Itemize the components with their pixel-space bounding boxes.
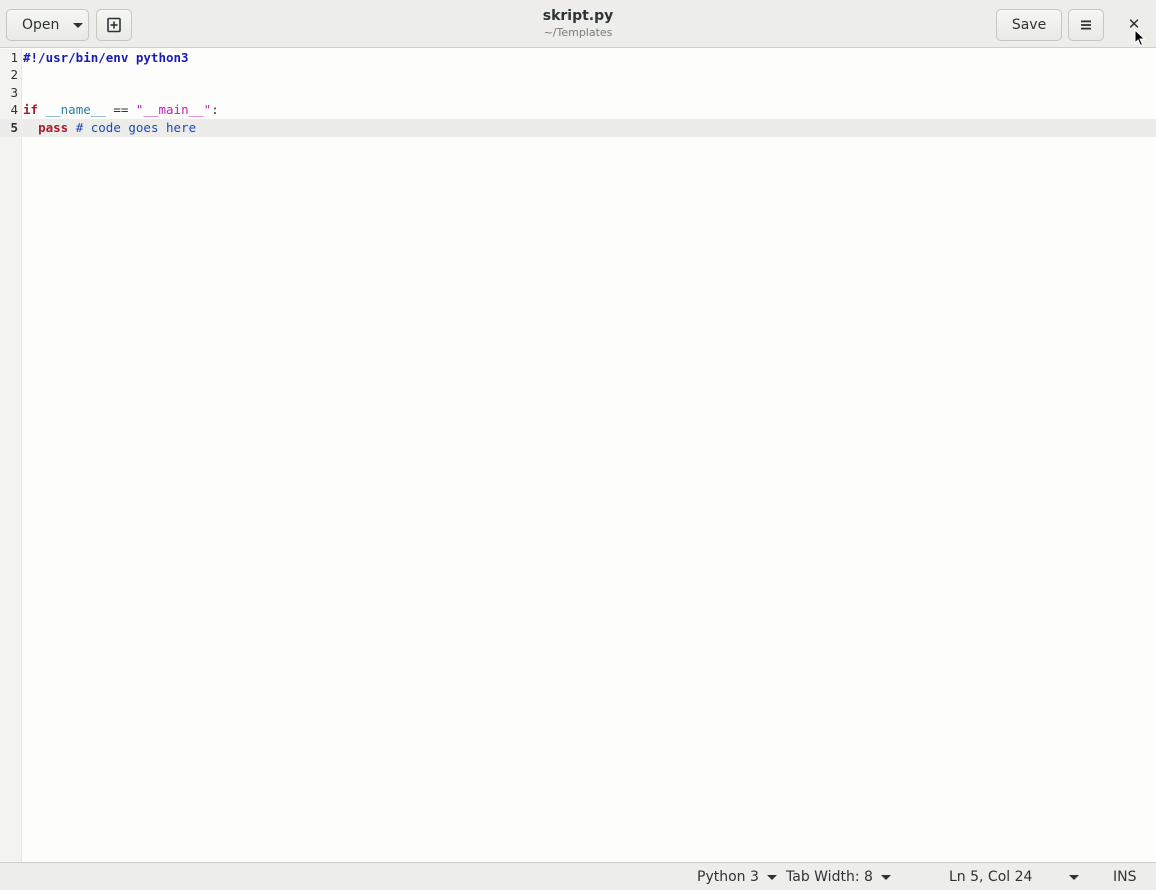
window-title-area: skript.py ~/Templates (378, 7, 778, 40)
language-selector[interactable]: Python 3 (697, 868, 777, 886)
insert-mode-label: INS (1113, 869, 1137, 885)
mouse-pointer-icon (1134, 29, 1146, 47)
code-line[interactable]: 3 (0, 84, 1156, 102)
line-number: 3 (10, 85, 18, 100)
code-line[interactable]: 2 (0, 66, 1156, 84)
new-document-button[interactable] (96, 9, 132, 41)
save-button-label: Save (1011, 17, 1047, 33)
chevron-down-icon (766, 874, 777, 880)
main-menu-button[interactable] (1068, 9, 1104, 41)
line-number: 2 (10, 67, 18, 82)
code-line-text: if __name__ == "__main__": (23, 101, 219, 119)
code-editor[interactable]: 1 #!/usr/bin/env python3 2 3 4 if __name__ ==… (0, 49, 1156, 862)
code-token: pass (38, 120, 69, 135)
chevron-down-icon (73, 22, 84, 28)
code-line[interactable]: 1 #!/usr/bin/env python3 (0, 49, 1156, 67)
line-number: 1 (10, 50, 18, 65)
code-token: : (211, 102, 219, 117)
window-title: skript.py (542, 8, 614, 24)
code-token: #!/usr/bin/env python3 (23, 50, 189, 65)
chevron-down-icon (1069, 874, 1080, 880)
code-token: # code goes here (75, 120, 197, 135)
code-line[interactable]: 5 pass # code goes here (0, 119, 1156, 137)
save-button[interactable]: Save (996, 9, 1062, 41)
tab-width-label: Tab Width: 8 (786, 869, 873, 885)
window-subtitle: ~/Templates (543, 26, 613, 39)
text-editor-window: Open skript.py ~/Templates Save ✕ 1 #!/u… (0, 0, 1156, 890)
open-button[interactable]: Open (6, 9, 89, 41)
code-token: __name__ (45, 102, 106, 117)
open-button-label: Open (22, 17, 60, 33)
insert-mode-indicator[interactable]: INS (1113, 868, 1137, 886)
code-line-text: #!/usr/bin/env python3 (23, 49, 189, 67)
tab-width-selector[interactable]: Tab Width: 8 (786, 868, 891, 886)
code-token: "__main__" (135, 102, 212, 117)
status-bar: Python 3 Tab Width: 8 Ln 5, Col 24 INS (0, 862, 1156, 890)
header-bar: Open skript.py ~/Templates Save ✕ (0, 0, 1156, 48)
hamburger-menu-icon (1081, 20, 1091, 30)
line-number: 4 (10, 102, 18, 117)
code-token: == (105, 102, 136, 117)
new-document-icon (107, 17, 121, 33)
code-line-text: pass # code goes here (23, 119, 196, 137)
cursor-position-label: Ln 5, Col 24 (949, 869, 1033, 885)
chevron-down-icon (880, 874, 891, 880)
line-number: 5 (10, 120, 18, 135)
code-token: if (23, 102, 39, 117)
code-line[interactable]: 4 if __name__ == "__main__": (0, 101, 1156, 119)
language-label: Python 3 (697, 869, 759, 885)
cursor-position-selector[interactable]: Ln 5, Col 24 (949, 868, 1080, 886)
